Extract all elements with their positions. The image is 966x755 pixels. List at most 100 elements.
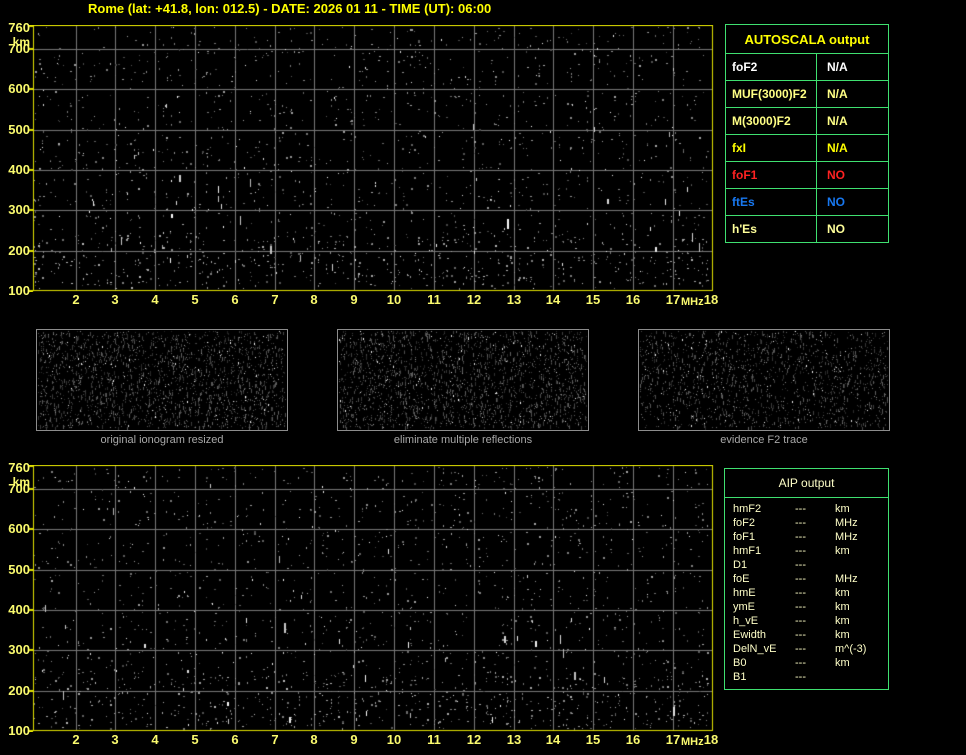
- aip-table: AIP output hmF2 --- km foF2 --- MHz foF1 --- MHz…: [724, 468, 889, 690]
- aip-row-unit: [835, 670, 888, 684]
- top-x-axis-label-3: 3: [111, 292, 119, 307]
- aip-row-value: ---: [795, 573, 806, 585]
- top-y-axis-label-200: 200: [8, 243, 30, 258]
- autoscala-row-label: foF2: [726, 54, 817, 80]
- top-x-axis-label-8: 8: [310, 292, 318, 307]
- autoscala-row-value: N/A: [827, 60, 848, 74]
- autoscala-row-label: MUF(3000)F2: [726, 81, 817, 107]
- autoscala-row-label: h'Es: [726, 216, 817, 242]
- aip-row-value: ---: [795, 657, 806, 669]
- autoscala-row-value: NO: [827, 222, 845, 236]
- aip-row-foF2: foF2 --- MHz: [725, 516, 888, 530]
- aip-row-unit: km: [835, 629, 850, 641]
- bottom-x-axis-label-9: 9: [350, 732, 358, 747]
- page-title: Rome (lat: +41.8, lon: 012.5) - DATE: 20…: [88, 1, 492, 16]
- autoscala-row-value: N/A: [827, 114, 848, 128]
- aip-row-value: ---: [795, 531, 806, 543]
- autoscala-row-label: ftEs: [726, 189, 817, 215]
- top-x-axis-label-13: 13: [506, 292, 522, 307]
- autoscala-table-rows: foF2 N/A MUF(3000)F2 N/A M(3000)F2 N/A fxI N/A f…: [726, 54, 888, 242]
- aip-row-hmF2: hmF2 --- km: [725, 502, 888, 516]
- aip-row-unit: km: [835, 587, 850, 599]
- aip-row-unit: km: [835, 601, 850, 613]
- autoscala-row-label: foF1: [726, 162, 817, 188]
- aip-row-label: B1: [733, 671, 747, 683]
- bottom-x-axis-label-12: 12: [466, 732, 482, 747]
- autoscala-row-foF2: foF2 N/A: [726, 54, 888, 81]
- bottom-y-axis-label-400: 400: [8, 602, 30, 617]
- aip-row-value: ---: [795, 643, 806, 655]
- top-x-axis-label-14: 14: [545, 292, 561, 307]
- aip-row-ymE: ymE --- km: [725, 600, 888, 614]
- bottom-y-axis-label-500: 500: [8, 562, 30, 577]
- top-y-axis-label-300: 300: [8, 202, 30, 217]
- bottom-x-axis-label-11: 11: [427, 732, 441, 747]
- autoscala-row-ftEs: ftEs NO: [726, 189, 888, 216]
- bottom-x-axis-label-4: 4: [151, 732, 159, 747]
- bottom-x-axis-label-14: 14: [545, 732, 561, 747]
- bottom-x-axis-label-8: 8: [310, 732, 318, 747]
- aip-table-title: AIP output: [725, 469, 888, 498]
- autoscala-row-M(3000)F2: M(3000)F2 N/A: [726, 108, 888, 135]
- bottom-x-axis-label-13: 13: [506, 732, 522, 747]
- autoscala-row-label: M(3000)F2: [726, 108, 817, 134]
- aip-row-hmE: hmE --- km: [725, 586, 888, 600]
- aip-row-label: D1: [733, 559, 748, 571]
- autoscala-row-MUF(3000)F2: MUF(3000)F2 N/A: [726, 81, 888, 108]
- bottom-y-axis-label-760: 760: [8, 460, 30, 475]
- top-x-axis-label-18: 18: [703, 292, 719, 307]
- bottom-y-axis-label-200: 200: [8, 683, 30, 698]
- aip-row-label: Ewidth: [733, 629, 767, 641]
- mid-panel-caption-3: evidence F2 trace: [720, 434, 808, 446]
- mid-panel-2: [337, 329, 589, 431]
- aip-row-label: DelN_vE: [733, 643, 777, 655]
- aip-row-label: ymE: [733, 601, 755, 613]
- aip-row-label: foE: [733, 573, 750, 585]
- aip-row-hmF1: hmF1 --- km: [725, 544, 888, 558]
- aip-row-unit: km: [835, 615, 850, 627]
- aip-row-value: ---: [795, 517, 806, 529]
- top-x-axis-label-2: 2: [72, 292, 80, 307]
- aip-row-unit: m^(-3): [835, 643, 867, 655]
- top-y-axis-label-500: 500: [8, 122, 30, 137]
- aip-row-label: B0: [733, 657, 747, 669]
- aip-row-unit: MHz: [835, 517, 858, 529]
- mid-panel-3: [638, 329, 890, 431]
- top-x-axis-label-10: 10: [386, 292, 402, 307]
- top-x-axis-label-4: 4: [151, 292, 159, 307]
- top-x-axis-label-15: 15: [585, 292, 601, 307]
- autoscala-row-value: N/A: [827, 87, 848, 101]
- aip-row-value: ---: [795, 629, 806, 641]
- aip-row-foF1: foF1 --- MHz: [725, 530, 888, 544]
- aip-row-B0: B0 --- km: [725, 656, 888, 670]
- autoscala-row-value: NO: [827, 168, 845, 182]
- aip-row-unit: km: [835, 503, 850, 515]
- autoscala-row-value: NO: [827, 195, 845, 209]
- top-x-axis-label-12: 12: [466, 292, 482, 307]
- bottom-x-axis-label-2: 2: [72, 732, 80, 747]
- mid-panel-caption-1: original ionogram resized: [100, 434, 224, 446]
- aip-row-DelN_vE: DelN_vE --- m^(-3): [725, 642, 888, 656]
- bottom-x-axis-label-18: 18: [703, 732, 719, 747]
- aip-row-D1: D1 ---: [725, 558, 888, 572]
- autoscala-table: AUTOSCALA output foF2 N/A MUF(3000)F2 N/A M(…: [725, 24, 889, 243]
- bottom-y-axis-label-600: 600: [8, 521, 30, 536]
- autoscala-screen: Rome (lat: +41.8, lon: 012.5) - DATE: 20…: [0, 0, 966, 755]
- aip-row-label: hmE: [733, 587, 756, 599]
- aip-row-Ewidth: Ewidth --- km: [725, 628, 888, 642]
- top-x-axis-label-11: 11: [427, 292, 441, 307]
- aip-table-rows: hmF2 --- km foF2 --- MHz foF1 --- MHz hmF1 --- km D1…: [725, 498, 888, 689]
- aip-row-value: ---: [795, 601, 806, 613]
- top-ionogram-plot: [28, 25, 718, 292]
- bottom-ionogram-plot: [28, 465, 718, 732]
- top-y-axis-label-600: 600: [8, 81, 30, 96]
- aip-row-label: h_vE: [733, 615, 759, 627]
- autoscala-row-h'Es: h'Es NO: [726, 216, 888, 242]
- aip-row-value: ---: [795, 587, 806, 599]
- bottom-x-axis-label-15: 15: [585, 732, 601, 747]
- aip-row-value: ---: [795, 671, 806, 683]
- autoscala-row-label: fxI: [726, 135, 817, 161]
- top-x-axis-label-6: 6: [231, 292, 239, 307]
- aip-row-value: ---: [795, 615, 806, 627]
- top-y-axis-label-760: 760: [8, 20, 30, 35]
